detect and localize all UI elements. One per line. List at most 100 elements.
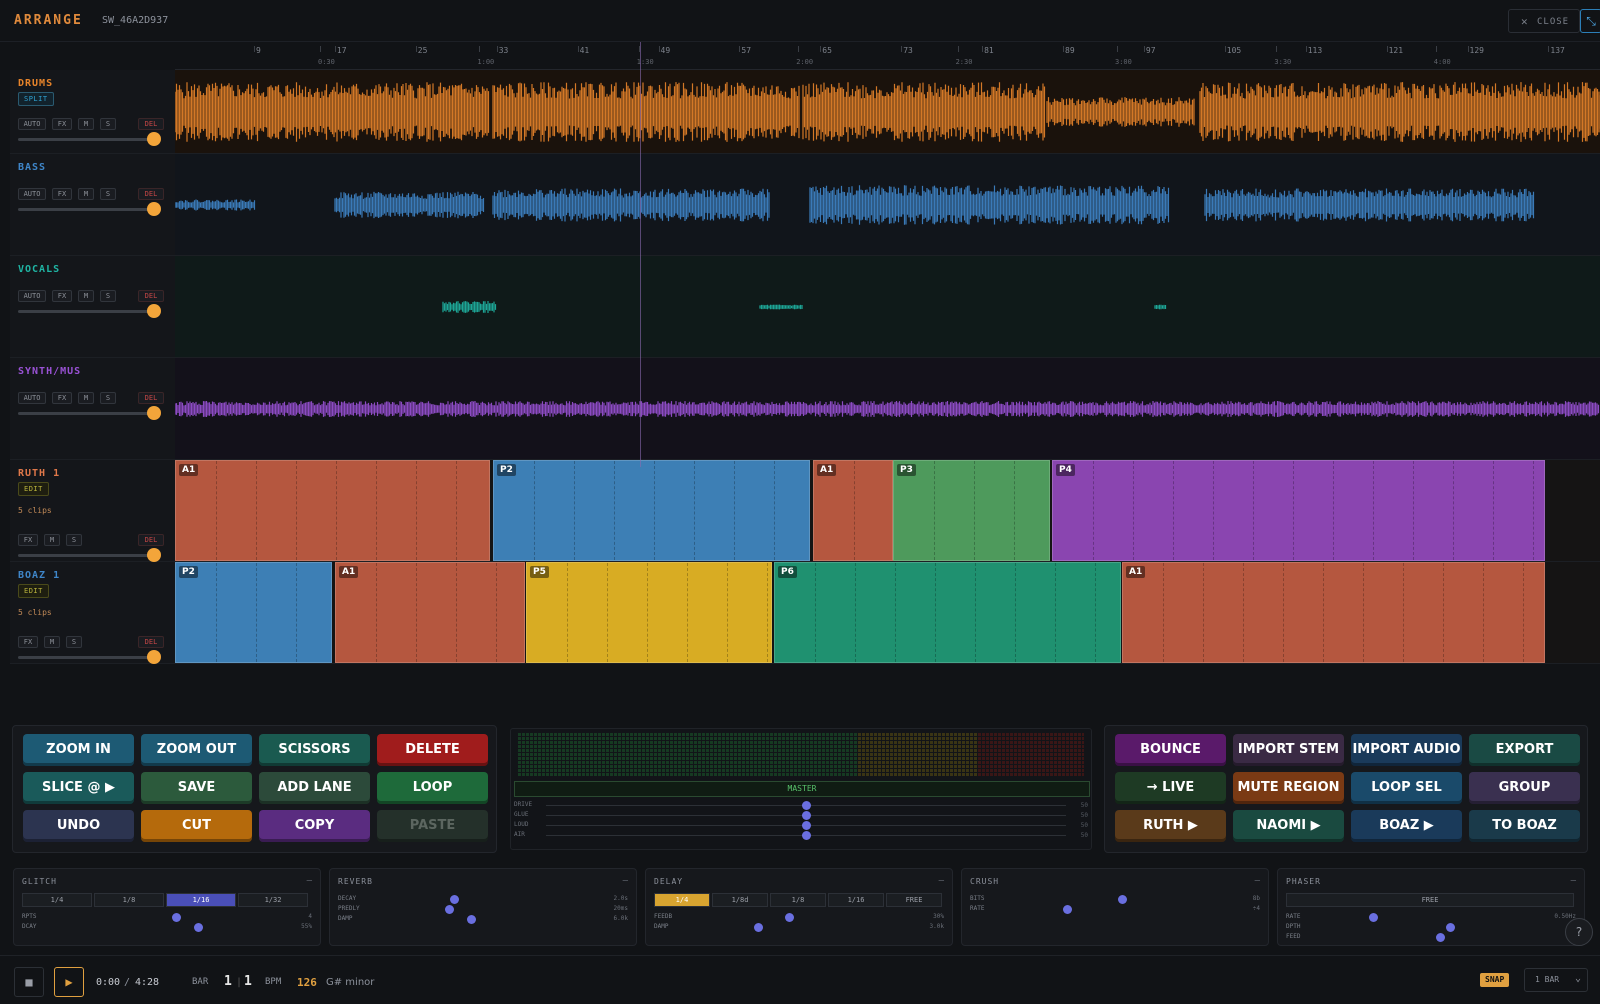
track-auto-button[interactable]: AUTO xyxy=(18,392,46,404)
undo-button[interactable]: UNDO xyxy=(23,810,134,842)
master-param-row[interactable]: GLUE 50 xyxy=(514,811,1092,821)
fx-division-option[interactable]: 1/16 xyxy=(828,893,884,907)
fx-param-row[interactable]: RPTS 4 xyxy=(22,913,312,922)
fx-division-option[interactable]: 1/4 xyxy=(22,893,92,907)
import-audio-button[interactable]: IMPORT AUDIO xyxy=(1351,734,1462,766)
collapse-icon[interactable]: – xyxy=(307,876,312,886)
track-auto-button[interactable]: AUTO xyxy=(18,188,46,200)
scissors-button[interactable]: SCISSORS xyxy=(259,734,370,766)
track-auto-button[interactable]: AUTO xyxy=(18,118,46,130)
track-fx-button[interactable]: FX xyxy=(18,534,38,546)
track-volume-slider[interactable] xyxy=(18,548,161,562)
fx-param-knob[interactable] xyxy=(1118,895,1127,904)
delete-button[interactable]: DELETE xyxy=(377,734,488,766)
volume-knob[interactable] xyxy=(147,650,161,664)
collapse-icon[interactable]: – xyxy=(939,876,944,886)
track-del-button[interactable]: DEL xyxy=(138,118,164,130)
export-button[interactable]: EXPORT xyxy=(1469,734,1580,766)
arrangement-region[interactable]: A1 xyxy=(175,460,490,561)
track-body[interactable] xyxy=(175,256,1600,358)
track-fx-button[interactable]: FX xyxy=(52,188,72,200)
bounce-button[interactable]: BOUNCE xyxy=(1115,734,1226,766)
track-header[interactable]: DRUMS SPLIT AUTO FX M S DEL xyxy=(10,70,175,154)
track-body[interactable]: P2 A1 P5 P6 A1 xyxy=(175,562,1600,664)
track-s-button[interactable]: S xyxy=(66,534,82,546)
quantize-select[interactable]: 1 BAR ⌄ xyxy=(1524,968,1588,992)
mute-region-button[interactable]: MUTE REGION xyxy=(1233,772,1344,804)
volume-knob[interactable] xyxy=(147,304,161,318)
arrangement-region[interactable]: P3 xyxy=(893,460,1050,561)
fx-division-option[interactable]: 1/16 xyxy=(166,893,236,907)
master-param-knob[interactable] xyxy=(802,801,811,810)
master-param-row[interactable]: AIR 50 xyxy=(514,831,1092,841)
track-name[interactable]: BASS xyxy=(18,162,46,173)
zoom-out-button[interactable]: ZOOM OUT xyxy=(141,734,252,766)
to-boaz-button[interactable]: TO BOAZ xyxy=(1469,810,1580,842)
timeline-ruler[interactable]: 9 17 25 33 41 49 57 65 73 81 89 97 105 113 121 129 137 0:… xyxy=(175,42,1600,70)
ruth-button[interactable]: RUTH ▶ xyxy=(1115,810,1226,842)
master-param-knob[interactable] xyxy=(802,831,811,840)
master-param-knob[interactable] xyxy=(802,821,811,830)
track-body[interactable] xyxy=(175,358,1600,460)
fx-param-row[interactable]: DPTH xyxy=(1286,923,1576,932)
fx-param-knob[interactable] xyxy=(445,905,455,914)
group-button[interactable]: GROUP xyxy=(1469,772,1580,804)
fx-param-knob[interactable] xyxy=(1369,913,1379,922)
track-m-button[interactable]: M xyxy=(78,188,94,200)
fx-param-row[interactable]: DECAY 2.0s xyxy=(338,895,628,904)
volume-knob[interactable] xyxy=(147,548,161,562)
volume-knob[interactable] xyxy=(147,202,161,216)
arrangement-region[interactable]: P4 xyxy=(1052,460,1545,561)
fx-param-row[interactable]: RATE 0.50Hz xyxy=(1286,913,1576,922)
master-param-row[interactable]: DRIVE 50 xyxy=(514,801,1092,811)
naomi-button[interactable]: NAOMI ▶ xyxy=(1233,810,1344,842)
bpm-value[interactable]: 126 xyxy=(297,976,317,989)
play-button[interactable]: ▶ xyxy=(54,967,84,997)
track-name[interactable]: VOCALS xyxy=(18,264,60,275)
stop-button[interactable]: ■ xyxy=(14,967,44,997)
arrangement-region[interactable]: P5 xyxy=(526,562,772,663)
loop-sel-button[interactable]: LOOP SEL xyxy=(1351,772,1462,804)
fx-division-option[interactable]: 1/8 xyxy=(94,893,164,907)
arrangement-region[interactable]: A1 xyxy=(1122,562,1545,663)
track-m-button[interactable]: M xyxy=(78,392,94,404)
fx-division-option[interactable]: FREE xyxy=(1286,893,1574,907)
fx-param-knob[interactable] xyxy=(754,923,763,932)
fx-param-row[interactable]: RATE ÷4 xyxy=(970,905,1260,914)
master-param-row[interactable]: LOUD 50 xyxy=(514,821,1092,831)
fx-param-row[interactable]: DAMP 3.0k xyxy=(654,923,944,932)
fx-param-row[interactable]: PREDLY 20ms xyxy=(338,905,628,914)
import-stem-button[interactable]: IMPORT STEM xyxy=(1233,734,1344,766)
track-s-button[interactable]: S xyxy=(100,392,116,404)
track-s-button[interactable]: S xyxy=(100,188,116,200)
master-param-knob[interactable] xyxy=(802,811,811,820)
fx-param-knob[interactable] xyxy=(1062,905,1072,914)
fx-param-knob[interactable] xyxy=(172,913,182,922)
arrangement-region[interactable]: P6 xyxy=(774,562,1121,663)
fx-param-row[interactable]: FEED xyxy=(1286,933,1576,942)
track-split-chip[interactable]: SPLIT xyxy=(18,92,54,106)
track-fx-button[interactable]: FX xyxy=(52,290,72,302)
arrangement-region[interactable]: P2 xyxy=(493,460,810,561)
fx-param-row[interactable]: BITS 8b xyxy=(970,895,1260,904)
track-header[interactable]: BOAZ 1 EDIT 5 clips FX M S DEL xyxy=(10,562,175,664)
fx-division-option[interactable]: 1/8 xyxy=(770,893,826,907)
track-volume-slider[interactable] xyxy=(18,304,161,318)
fx-param-row[interactable]: DAMP 6.0k xyxy=(338,915,628,924)
track-body[interactable] xyxy=(175,154,1600,256)
track-s-button[interactable]: S xyxy=(100,290,116,302)
playhead[interactable] xyxy=(640,42,641,467)
track-header[interactable]: VOCALS AUTO FX M S DEL xyxy=(10,256,175,358)
fx-division-option[interactable]: 1/8d xyxy=(712,893,768,907)
track-del-button[interactable]: DEL xyxy=(138,188,164,200)
track-volume-slider[interactable] xyxy=(18,650,161,664)
arrangement-region[interactable]: P2 xyxy=(175,562,332,663)
track-name[interactable]: SYNTH/MUS xyxy=(18,366,81,377)
track-del-button[interactable]: DEL xyxy=(138,290,164,302)
collapse-icon[interactable]: – xyxy=(1255,876,1260,886)
track-del-button[interactable]: DEL xyxy=(138,392,164,404)
fx-param-knob[interactable] xyxy=(1436,933,1446,942)
fx-param-knob[interactable] xyxy=(450,895,459,904)
loop-button[interactable]: LOOP xyxy=(377,772,488,804)
track-del-button[interactable]: DEL xyxy=(138,636,164,648)
